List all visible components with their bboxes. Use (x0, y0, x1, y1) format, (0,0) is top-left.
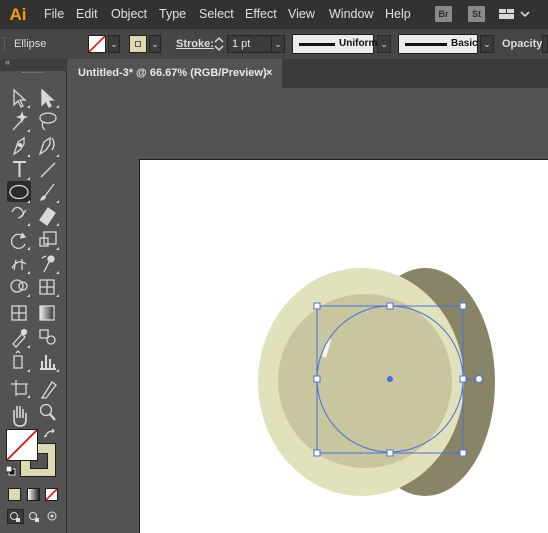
handle-bottom-left[interactable] (313, 449, 321, 457)
artwork[interactable] (0, 0, 548, 533)
handle-top-left[interactable] (313, 302, 321, 310)
handle-top-center[interactable] (386, 302, 394, 310)
pie-widget-handle[interactable] (475, 375, 483, 383)
handle-middle-right[interactable] (459, 375, 467, 383)
handle-middle-left[interactable] (313, 375, 321, 383)
handle-bottom-right[interactable] (459, 449, 467, 457)
inner-circle[interactable] (278, 294, 452, 468)
handle-top-right[interactable] (459, 302, 467, 310)
center-point (387, 376, 393, 382)
handle-bottom-center[interactable] (386, 449, 394, 457)
